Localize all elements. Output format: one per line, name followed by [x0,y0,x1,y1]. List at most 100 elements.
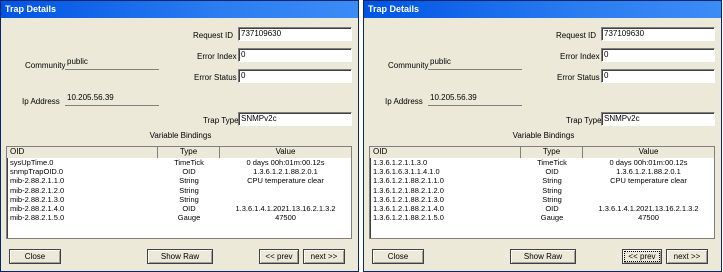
window-title: Trap Details [1,1,358,18]
close-button[interactable]: Close [372,249,424,264]
error-status-label: Error Status [194,73,237,82]
table-row[interactable]: 1.3.6.1.2.1.88.2.1.4.0 OID 1.3.6.1.4.1.2… [370,204,714,213]
show-raw-button[interactable]: Show Raw [510,249,576,264]
row-value: 0 days 00h:01m:00.12s [246,158,325,167]
row-oid: 1.3.6.1.2.1.88.2.1.5.0 [373,213,444,223]
table-header: OID Type Value [7,147,351,158]
community-field[interactable]: public [428,56,522,70]
table-row[interactable]: mib-2.88.2.1.4.0 OID 1.3.6.1.4.1.2021.13… [7,204,351,213]
error-status-label: Error Status [557,73,600,82]
row-oid: snmpTrapOID.0 [10,167,64,177]
row-oid: mib-2.88.2.1.5.0 [10,213,65,223]
row-type: String [179,194,199,204]
row-type: OID [182,167,196,177]
row-value: 1.3.6.1.4.1.2021.13.16.2.1.3.2 [598,203,699,213]
row-value: 1.3.6.1.2.1.88.2.0.1 [616,167,681,177]
column-header-oid[interactable]: OID [7,147,158,158]
row-value: 47500 [638,213,659,223]
row-type: String [542,194,562,204]
column-header-type[interactable]: Type [521,147,583,158]
table-row[interactable]: mib-2.88.2.1.3.0 String [7,195,351,204]
row-value: CPU temperature clear [610,176,687,186]
table-row[interactable]: 1.3.6.1.2.1.88.2.1.2.0 String [370,186,714,195]
column-header-oid[interactable]: OID [370,147,521,158]
prev-button[interactable]: << prev [622,249,662,264]
variable-bindings-table[interactable]: OID Type Value 1.3.6.1.2.1.1.3.0 TimeTic… [369,146,715,239]
trap-type-label: Trap Type [566,116,602,125]
community-label: Community [388,61,429,70]
column-header-value[interactable]: Value [220,147,351,158]
row-value [583,186,714,195]
row-type: OID [545,167,559,177]
table-row[interactable]: mib-2.88.2.1.1.0 String CPU temperature … [7,176,351,185]
trap-details-window-left: Trap Details Request ID 737109630 Error … [0,0,359,272]
row-type: OID [545,203,559,213]
error-index-field[interactable]: 0 [601,48,715,62]
error-status-field[interactable]: 0 [238,69,352,83]
row-value: 0 days 00h:01m:00.12s [609,158,688,167]
next-button[interactable]: next >> [666,249,708,264]
ip-address-label: Ip Address [385,97,423,106]
row-oid: mib-2.88.2.1.4.0 [10,203,65,213]
column-header-type[interactable]: Type [158,147,220,158]
row-type: String [542,185,562,195]
row-value: CPU temperature clear [247,176,324,186]
row-oid: 1.3.6.1.2.1.88.2.1.3.0 [373,194,444,204]
close-button[interactable]: Close [9,249,61,264]
table-row[interactable]: mib-2.88.2.1.5.0 Gauge 47500 [7,213,351,222]
row-oid: mib-2.88.2.1.2.0 [10,185,65,195]
table-row[interactable]: snmpTrapOID.0 OID 1.3.6.1.2.1.88.2.0.1 [7,167,351,176]
row-oid: mib-2.88.2.1.1.0 [10,176,65,186]
row-type: TimeTick [174,158,204,167]
request-id-field[interactable]: 737109630 [601,27,715,41]
table-row[interactable]: sysUpTime.0 TimeTick 0 days 00h:01m:00.1… [7,158,351,167]
variable-bindings-table[interactable]: OID Type Value sysUpTime.0 TimeTick 0 da… [6,146,352,239]
table-row[interactable]: 1.3.6.1.2.1.88.2.1.3.0 String [370,195,714,204]
row-oid: 1.3.6.1.2.1.1.3.0 [373,158,428,167]
row-value: 1.3.6.1.2.1.88.2.0.1 [253,167,318,177]
row-value [220,195,351,204]
row-value [220,186,351,195]
next-button[interactable]: next >> [303,249,345,264]
row-oid: 1.3.6.1.2.1.88.2.1.4.0 [373,203,444,213]
trap-type-field[interactable]: SNMPv2c [238,112,352,126]
error-index-label: Error Index [197,52,237,61]
row-oid: 1.3.6.1.2.1.88.2.1.1.0 [373,176,444,186]
ip-address-field[interactable]: 10.205.56.39 [65,92,159,106]
row-oid: 1.3.6.1.6.3.1.1.4.1.0 [373,167,440,177]
table-header: OID Type Value [370,147,714,158]
row-oid: sysUpTime.0 [10,158,54,167]
variable-bindings-title: Variable Bindings [512,131,575,140]
row-value [583,195,714,204]
row-value: 47500 [275,213,296,223]
row-type: Gauge [540,213,564,223]
row-oid: mib-2.88.2.1.3.0 [10,194,65,204]
community-label: Community [25,61,66,70]
table-row[interactable]: 1.3.6.1.2.1.88.2.1.1.0 String CPU temper… [370,176,714,185]
ip-address-field[interactable]: 10.205.56.39 [428,92,522,106]
community-field[interactable]: public [65,56,159,70]
error-index-label: Error Index [560,52,600,61]
request-id-field[interactable]: 737109630 [238,27,352,41]
table-row[interactable]: mib-2.88.2.1.2.0 String [7,186,351,195]
prev-button[interactable]: << prev [259,249,299,264]
variable-bindings-title: Variable Bindings [149,131,212,140]
request-id-label: Request ID [556,31,597,40]
request-id-label: Request ID [193,31,234,40]
row-oid: 1.3.6.1.2.1.88.2.1.2.0 [373,185,444,195]
trap-details-window-right: Trap Details Request ID 737109630 Error … [363,0,722,272]
error-index-field[interactable]: 0 [238,48,352,62]
row-value: 1.3.6.1.4.1.2021.13.16.2.1.3.2 [235,203,336,213]
window-title: Trap Details [364,1,721,18]
row-type: OID [182,203,196,213]
show-raw-button[interactable]: Show Raw [147,249,213,264]
error-status-field[interactable]: 0 [601,69,715,83]
table-row[interactable]: 1.3.6.1.2.1.88.2.1.5.0 Gauge 47500 [370,213,714,222]
column-header-value[interactable]: Value [583,147,714,158]
table-row[interactable]: 1.3.6.1.2.1.1.3.0 TimeTick 0 days 00h:01… [370,158,714,167]
trap-type-field[interactable]: SNMPv2c [601,112,715,126]
table-row[interactable]: 1.3.6.1.6.3.1.1.4.1.0 OID 1.3.6.1.2.1.88… [370,167,714,176]
row-type: String [179,176,199,186]
ip-address-label: Ip Address [22,97,60,106]
row-type: String [542,176,562,186]
